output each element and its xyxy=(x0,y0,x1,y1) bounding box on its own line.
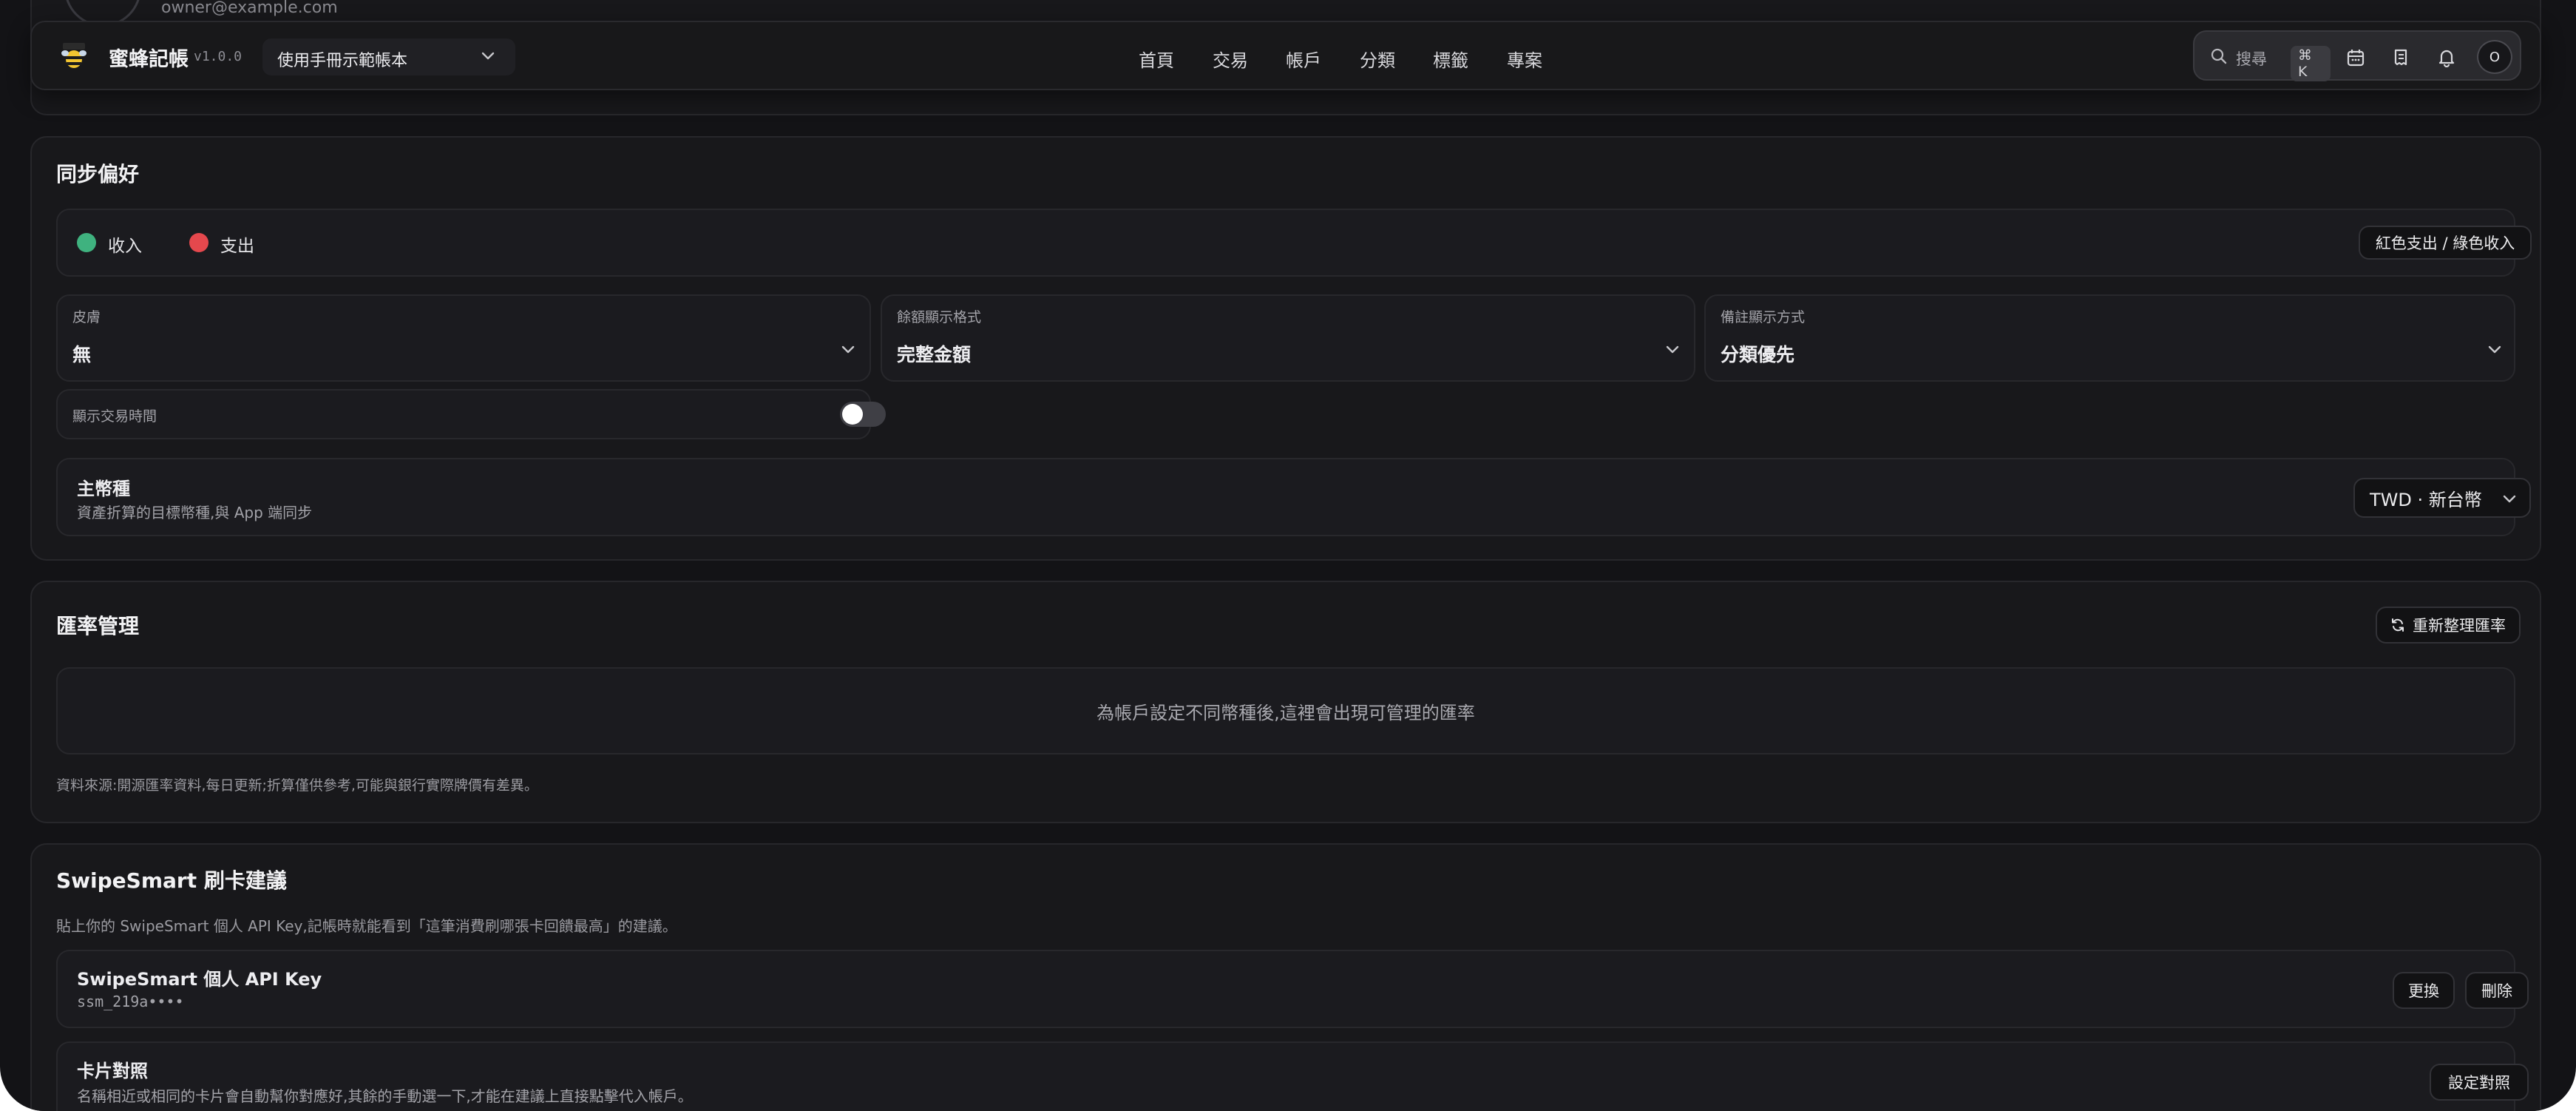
nav-transactions[interactable]: 交易 xyxy=(1213,46,1248,72)
chevron-down-icon xyxy=(2488,345,2501,354)
nav-projects[interactable]: 專案 xyxy=(1507,46,1542,72)
card-mapping-row: 卡片對照 名稱相近或相同的卡片會自動幫你對應好,其餘的手動選一下,才能在建議上直… xyxy=(56,1041,2529,1111)
note-display-value: 分類優先 xyxy=(1721,344,1795,365)
base-currency-desc: 資產折算的目標幣種,與 App 端同步 xyxy=(77,504,313,521)
nav-accounts[interactable]: 帳戶 xyxy=(1286,46,1321,72)
toggle-knob xyxy=(842,404,863,425)
expense-legend-label: 支出 xyxy=(220,237,254,256)
nav-home[interactable]: 首頁 xyxy=(1139,46,1174,72)
exchange-rate-card: 匯率管理 重新整理匯率 為帳戶設定不同幣種後,這裡會出現可管理的匯率 資料來源:… xyxy=(30,581,2541,823)
nav-tags[interactable]: 標籤 xyxy=(1433,46,1468,72)
search-box[interactable]: 搜尋 ⌘ K xyxy=(2205,41,2331,81)
show-time-toggle[interactable] xyxy=(840,402,886,427)
skin-select[interactable]: 皮膚 無 xyxy=(56,294,871,382)
app-version: v1.0.0 xyxy=(194,49,243,64)
toolbar-cluster: 搜尋 ⌘ K O xyxy=(2193,30,2521,81)
calendar-icon[interactable] xyxy=(2346,48,2365,70)
show-time-row: 顯示交易時間 xyxy=(56,389,886,439)
top-header: 蜜蜂記帳 v1.0.0 使用手冊示範帳本 首頁 交易 帳戶 分類 標籤 專案 搜… xyxy=(30,21,2541,90)
base-currency-select[interactable]: TWD · 新台幣 xyxy=(2353,478,2531,518)
expense-dot xyxy=(189,233,209,252)
search-icon xyxy=(2211,48,2227,64)
card-mapping-button[interactable]: 設定對照 xyxy=(2430,1064,2529,1101)
color-scheme-row: 收入 支出 紅色支出 / 綠色收入 xyxy=(56,209,2532,277)
income-dot xyxy=(77,233,96,252)
search-shortcut-badge: ⌘ K xyxy=(2291,46,2331,81)
color-scheme-button[interactable]: 紅色支出 / 綠色收入 xyxy=(2359,226,2532,260)
base-currency-title: 主幣種 xyxy=(77,479,130,499)
replace-key-button[interactable]: 更換 xyxy=(2393,972,2455,1009)
delete-key-button[interactable]: 刪除 xyxy=(2465,972,2529,1009)
balance-format-select[interactable]: 餘額顯示格式 完整金額 xyxy=(881,294,1695,382)
card-mapping-title: 卡片對照 xyxy=(77,1061,148,1081)
app-window: owner@example.com 蜜蜂記帳 v1.0.0 使用手冊示範帳本 首… xyxy=(0,0,2576,1111)
note-display-label: 備註顯示方式 xyxy=(1721,309,1806,325)
chevron-down-icon xyxy=(841,345,855,354)
note-display-select[interactable]: 備註顯示方式 分類優先 xyxy=(1704,294,2515,382)
swipesmart-intro: 貼上你的 SwipeSmart 個人 API Key,記帳時就能看到「這筆消費刷… xyxy=(56,917,677,935)
receipt-icon[interactable] xyxy=(2391,48,2410,70)
chevron-down-icon xyxy=(1666,345,1679,354)
exchange-empty-message: 為帳戶設定不同幣種後,這裡會出現可管理的匯率 xyxy=(1097,702,1475,723)
bell-icon[interactable] xyxy=(2437,48,2456,70)
bee-logo-icon xyxy=(61,43,87,70)
api-key-title: SwipeSmart 個人 API Key xyxy=(77,969,322,990)
skin-select-label: 皮膚 xyxy=(72,309,101,325)
chevron-down-icon xyxy=(481,52,495,60)
section-title: 同步偏好 xyxy=(56,162,140,186)
exchange-empty-state: 為帳戶設定不同幣種後,這裡會出現可管理的匯率 xyxy=(56,667,2515,754)
chevron-down-icon xyxy=(2503,495,2516,503)
search-placeholder: 搜尋 xyxy=(2236,50,2267,68)
api-key-value: ssm_219a•••• xyxy=(77,993,184,1010)
api-key-row: SwipeSmart 個人 API Key ssm_219a•••• 更換 刪除 xyxy=(56,950,2529,1028)
ledger-select-value: 使用手冊示範帳本 xyxy=(277,52,408,70)
ledger-select[interactable]: 使用手冊示範帳本 xyxy=(262,38,515,75)
nav-categories[interactable]: 分類 xyxy=(1360,46,1395,72)
app-name: 蜜蜂記帳 xyxy=(109,48,189,71)
base-currency-row: 主幣種 資產折算的目標幣種,與 App 端同步 TWD · 新台幣 xyxy=(56,458,2531,536)
base-currency-value: TWD · 新台幣 xyxy=(2370,489,2482,510)
balance-format-value: 完整金額 xyxy=(897,344,972,365)
refresh-icon xyxy=(2392,618,2404,632)
skin-select-value: 無 xyxy=(72,344,92,365)
card-mapping-desc: 名稱相近或相同的卡片會自動幫你對應好,其餘的手動選一下,才能在建議上直接點擊代入… xyxy=(77,1087,693,1105)
show-time-label: 顯示交易時間 xyxy=(72,408,157,425)
avatar-initial: O xyxy=(2489,49,2501,65)
exchange-source-note: 資料來源:開源匯率資料,每日更新;折算僅供參考,可能與銀行實際牌價有差異。 xyxy=(56,777,538,794)
income-legend-label: 收入 xyxy=(108,237,142,256)
sync-preferences-card: 同步偏好 收入 支出 紅色支出 / 綠色收入 皮膚 無 餘額顯示格式 完整金額 … xyxy=(30,136,2541,561)
refresh-rates-label: 重新整理匯率 xyxy=(2413,617,2506,635)
section-title: SwipeSmart 刷卡建議 xyxy=(56,868,287,893)
section-title: 匯率管理 xyxy=(56,614,140,638)
profile-email: owner@example.com xyxy=(161,0,338,17)
refresh-rates-button[interactable]: 重新整理匯率 xyxy=(2376,607,2521,644)
balance-format-label: 餘額顯示格式 xyxy=(897,309,982,325)
swipesmart-card: SwipeSmart 刷卡建議 貼上你的 SwipeSmart 個人 API K… xyxy=(30,843,2541,1111)
user-avatar[interactable]: O xyxy=(2477,40,2512,74)
